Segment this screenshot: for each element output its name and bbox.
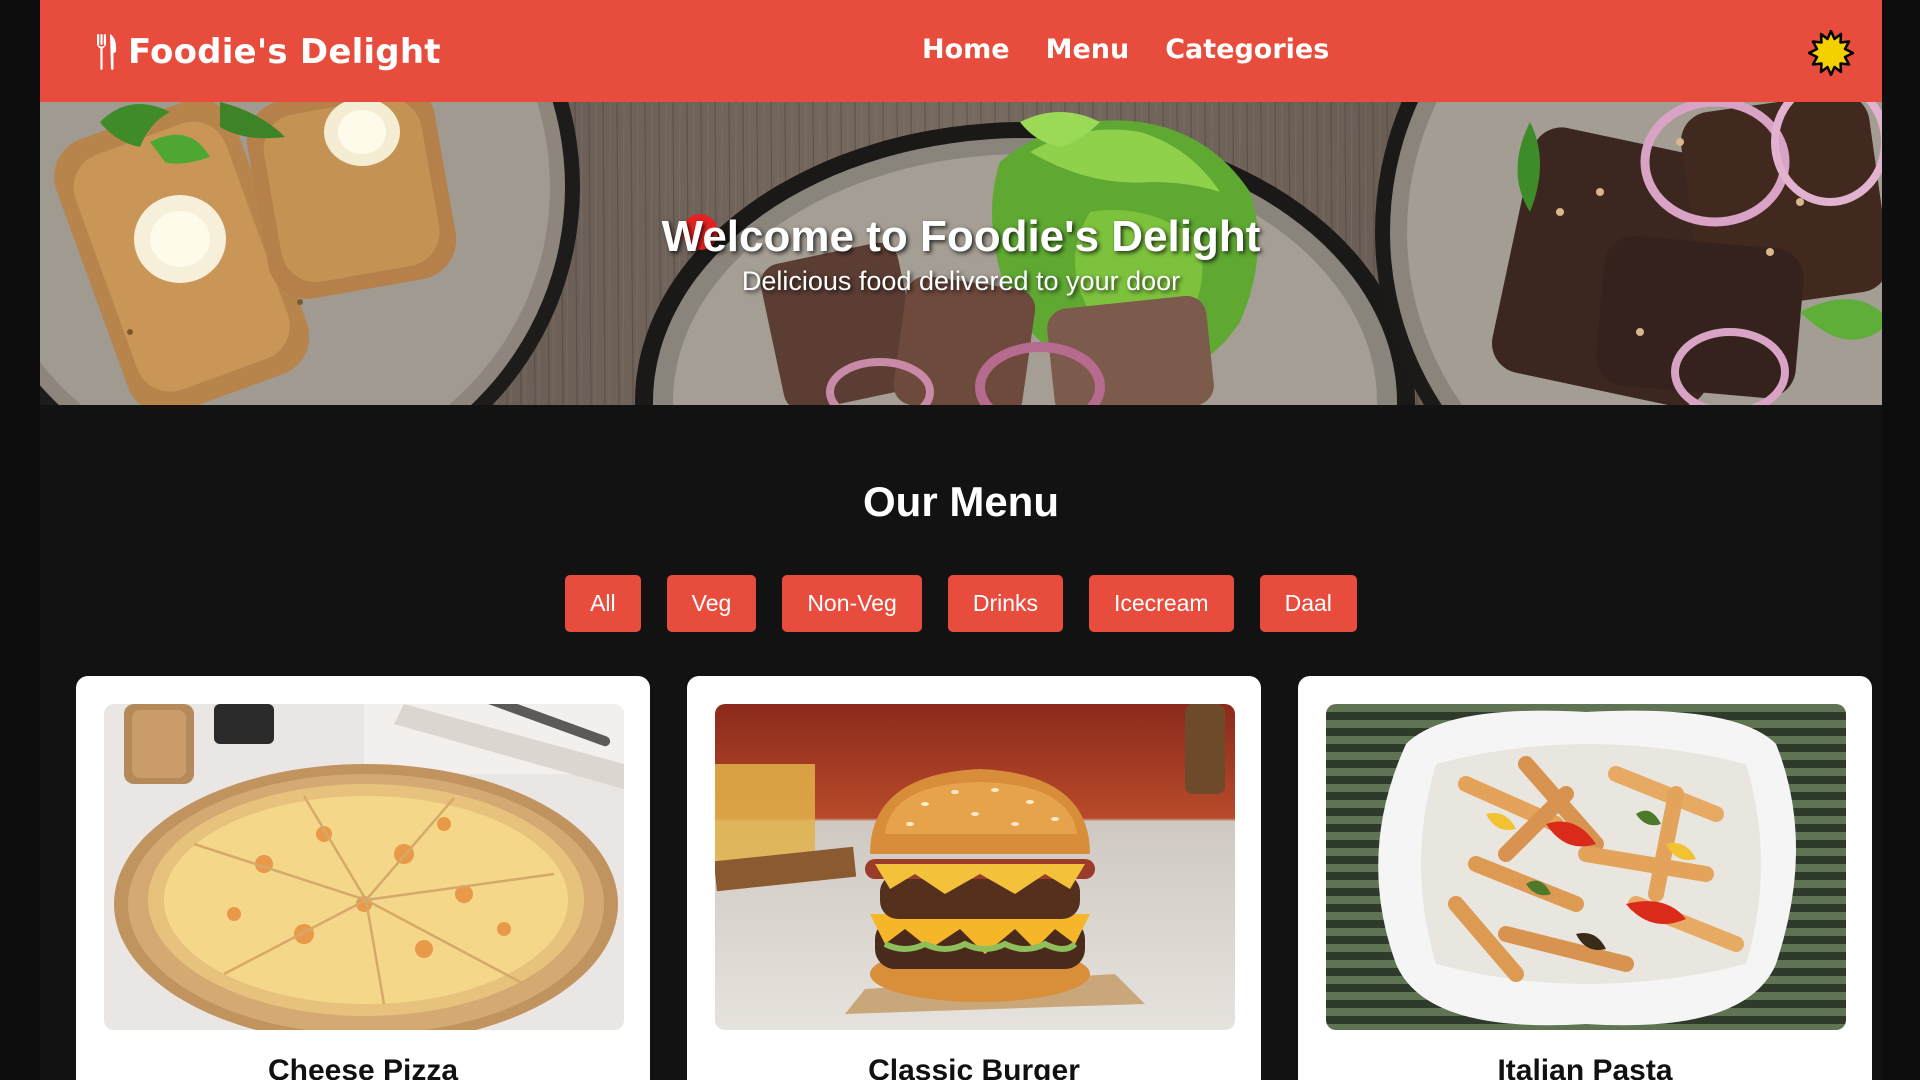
menu-item-name: Italian Pasta xyxy=(1497,1054,1673,1080)
brand-logo[interactable]: Foodie's Delight xyxy=(96,30,441,74)
nav-categories-link[interactable]: Categories xyxy=(1165,34,1329,65)
filter-daal-button[interactable]: Daal xyxy=(1259,575,1357,632)
hero-subtitle: Delicious food delivered to your door xyxy=(741,266,1181,296)
menu-item-name: Classic Burger xyxy=(868,1054,1080,1080)
navbar: Foodie's Delight Home Menu Categories xyxy=(40,0,1882,102)
nav-menu-link[interactable]: Menu xyxy=(1046,34,1130,65)
utensils-icon xyxy=(96,32,118,72)
menu-item-name: Cheese Pizza xyxy=(267,1054,459,1080)
category-filters: All Veg Non-Veg Drinks Icecream Daal xyxy=(40,575,1882,632)
filter-all-button[interactable]: All xyxy=(565,575,641,632)
filter-veg-button[interactable]: Veg xyxy=(666,575,757,632)
hero-title: Welcome to Foodie's Delight xyxy=(661,212,1261,261)
filter-drinks-button[interactable]: Drinks xyxy=(947,575,1063,632)
sun-icon xyxy=(1807,29,1855,77)
menu-item-card[interactable]: Classic Burger xyxy=(687,676,1261,1080)
hero-banner: Welcome to Foodie's Delight Delicious fo… xyxy=(40,102,1882,405)
filter-icecream-button[interactable]: Icecream xyxy=(1089,575,1234,632)
theme-toggle-button[interactable] xyxy=(1807,29,1855,77)
menu-section-title: Our Menu xyxy=(863,478,1059,525)
menu-item-card[interactable]: Cheese Pizza xyxy=(76,676,650,1080)
classic-burger-image xyxy=(715,704,1235,1030)
menu-item-card[interactable]: Italian Pasta xyxy=(1298,676,1872,1080)
nav-home-link[interactable]: Home xyxy=(922,34,1010,65)
main-nav: Home Menu Categories xyxy=(922,34,1329,65)
filter-non-veg-button[interactable]: Non-Veg xyxy=(782,575,922,632)
italian-pasta-image xyxy=(1326,704,1846,1030)
brand-name: Foodie's Delight xyxy=(128,32,441,72)
cheese-pizza-image xyxy=(104,704,624,1030)
page: Foodie's Delight Home Menu Categories We… xyxy=(40,0,1882,1080)
